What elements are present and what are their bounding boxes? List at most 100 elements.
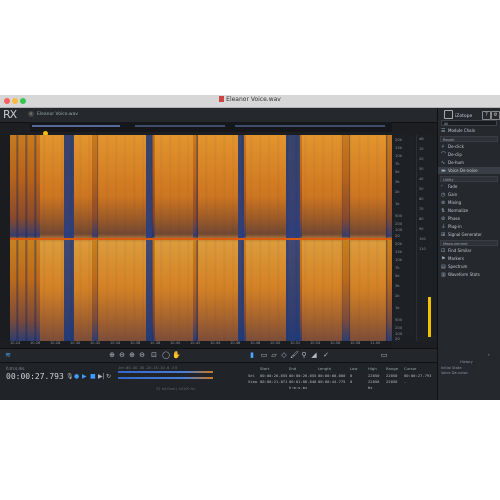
window-title: Eleanor Voice.wav: [0, 96, 500, 103]
confirm-icon[interactable]: ✓: [322, 351, 330, 359]
sel-length-value[interactable]: 00:00:00.000: [318, 373, 345, 378]
stop-button[interactable]: ■: [90, 373, 96, 380]
lasso-icon[interactable]: ◇: [280, 351, 288, 359]
magnifier-icon[interactable]: ◯: [162, 351, 170, 359]
zoom-in-vertical-icon[interactable]: ⊕: [128, 351, 136, 359]
time-tick-label: 10.56: [330, 341, 341, 345]
module-signal-generator[interactable]: ⊞ Signal Generator: [441, 231, 482, 238]
view-start-value[interactable]: 00:00:21.871: [260, 379, 287, 384]
expand-arrow-icon[interactable]: ›: [488, 351, 490, 358]
de-hum-icon: ∿: [441, 160, 446, 166]
history-item-last[interactable]: Voice De-noise: [441, 371, 468, 375]
sel-label: Sel: [248, 373, 255, 378]
zoom-in-icon[interactable]: ⊕: [108, 351, 116, 359]
spectrum-icon: ▤: [441, 264, 446, 270]
section-utility[interactable]: Utility: [440, 176, 498, 182]
module-de-click[interactable]: ⚡ De-click: [441, 143, 464, 150]
module-find-similar[interactable]: ⊡ Find Similar: [441, 247, 471, 254]
section-measurement[interactable]: Measurement: [440, 240, 498, 246]
range-header: Range: [386, 366, 399, 371]
module-plug-in[interactable]: ⏚ Plug-in: [441, 223, 462, 230]
section-repair[interactable]: Repair: [440, 136, 498, 142]
module-de-hum[interactable]: ∿ De-hum: [441, 159, 464, 166]
file-tab[interactable]: × Eleanor Voice.wav: [28, 110, 138, 119]
module-label: Normalize: [448, 208, 469, 213]
view-end-value[interactable]: 00:01:06.646: [289, 379, 316, 384]
end-header: End: [289, 366, 297, 371]
module-gain[interactable]: ◷ Gain: [441, 191, 457, 198]
module-label: De-hum: [448, 160, 464, 165]
timecode-format-label[interactable]: h:m:s.ms: [6, 366, 24, 371]
close-file-icon[interactable]: ×: [28, 111, 34, 117]
module-fade[interactable]: ◜ Fade: [441, 183, 457, 190]
time-tick-label: 10.38: [150, 341, 161, 345]
sample-rate-label: 32 bit float | 44100 Hz: [156, 387, 196, 391]
loop-button[interactable]: ↻: [106, 373, 111, 380]
module-de-clip[interactable]: ⌒ De-clip: [441, 151, 462, 158]
module-filter-dropdown[interactable]: All: [441, 120, 497, 126]
freq-units-label: Hz: [368, 385, 373, 390]
freq-tick-label: 7k: [395, 265, 400, 270]
zoom-fit-icon[interactable]: ⊡: [150, 351, 158, 359]
time-selection-icon[interactable]: ▮: [248, 351, 256, 359]
view-length-value[interactable]: 00:00:44.775: [318, 379, 345, 384]
sel-end-value[interactable]: 00:00:26.655: [289, 373, 316, 378]
freq-tick-label: 20k: [395, 241, 403, 246]
db-tick-label: 60: [419, 197, 424, 201]
time-tick-label: 10.34: [110, 341, 121, 345]
record-button[interactable]: ●: [74, 373, 79, 380]
time-tick-label: 10.32: [90, 341, 101, 345]
view-range-value[interactable]: 22050: [386, 379, 397, 384]
module-mixing[interactable]: ⊚ Mixing: [441, 199, 461, 206]
zoom-out-icon[interactable]: ⊖: [118, 351, 126, 359]
help-icon[interactable]: ?: [482, 111, 491, 120]
module-label: Find Similar: [448, 248, 472, 253]
mixing-icon: ⊚: [441, 200, 446, 206]
voice-de-noise-icon: ▬: [441, 168, 446, 174]
view-high-value[interactable]: 22050: [368, 379, 379, 384]
module-normalize[interactable]: ⇅ Normalize: [441, 207, 468, 214]
mic-icon[interactable]: 🎙: [66, 373, 74, 380]
sel-range-value[interactable]: 22050: [386, 373, 397, 378]
module-label: De-click: [448, 144, 464, 149]
module-waveform-stats[interactable]: ▥ Waveform Stats: [441, 271, 480, 278]
magic-wand-icon[interactable]: ⚲: [300, 351, 308, 359]
module-voice-de-noise[interactable]: ▬ Voice De-noise: [438, 167, 500, 174]
start-header: Start: [260, 366, 270, 371]
module-markers[interactable]: ⚑ Markers: [441, 255, 464, 262]
play-selection-button[interactable]: ▶|: [98, 373, 105, 380]
history-item-initial[interactable]: Initial State: [441, 366, 462, 370]
document-icon: [219, 96, 225, 102]
zoom-out-vertical-icon[interactable]: ⊖: [138, 351, 146, 359]
play-button[interactable]: ▶: [82, 373, 87, 380]
zoom-slider-icon[interactable]: ▭: [380, 351, 388, 359]
time-tick-label: 10.50: [270, 341, 281, 345]
time-tick-label: 10.54: [310, 341, 321, 345]
freq-tick-label: 200: [395, 221, 403, 226]
module-chain-item[interactable]: ☰ Module Chain: [441, 127, 475, 134]
waveform-overview[interactable]: [30, 122, 392, 132]
de-click-icon: ⚡: [441, 144, 445, 150]
freq-selection-icon[interactable]: ▱: [270, 351, 278, 359]
sel-low-value[interactable]: 0: [350, 373, 352, 378]
rect-selection-icon[interactable]: ▭: [260, 351, 268, 359]
time-tick-label: 10.48: [250, 341, 261, 345]
time-tick-label: 10.58: [350, 341, 361, 345]
harmonic-icon[interactable]: ◢: [310, 351, 318, 359]
izotope-brand: iZotope: [444, 110, 472, 119]
module-phase[interactable]: ⊘ Phase: [441, 215, 460, 222]
db-tick-label: 50: [419, 187, 424, 191]
sel-start-value[interactable]: 00:00:26.655: [260, 373, 287, 378]
settings-icon[interactable]: ⚙: [491, 111, 500, 120]
module-spectrum[interactable]: ▤ Spectrum: [441, 263, 467, 270]
brush-icon[interactable]: 🖌: [290, 351, 299, 359]
freq-tick-label: 10k: [395, 153, 403, 158]
sel-high-value[interactable]: 22050: [368, 373, 379, 378]
de-clip-icon: ⌒: [441, 152, 447, 158]
level-meter-left: [118, 371, 213, 373]
opacity-slider[interactable]: [428, 297, 431, 337]
view-low-value[interactable]: 0: [350, 379, 352, 384]
history-panel: History Initial State Voice De-noise: [438, 358, 500, 376]
hand-icon[interactable]: ✋: [172, 351, 181, 359]
waveform-toggle-icon[interactable]: ≋: [4, 351, 12, 359]
